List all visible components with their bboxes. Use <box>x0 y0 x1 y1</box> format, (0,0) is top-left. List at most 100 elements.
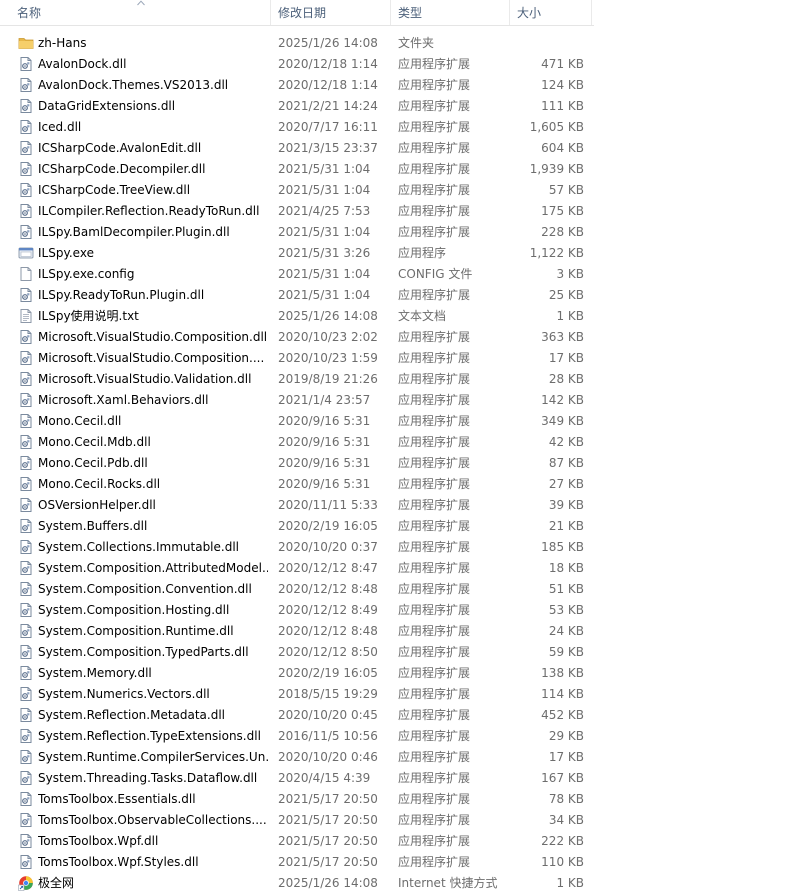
file-row[interactable]: Microsoft.VisualStudio.Validation.dll 201… <box>0 369 594 390</box>
file-size: 53 KB <box>548 603 584 617</box>
file-row[interactable]: AvalonDock.Themes.VS2013.dll 2020/12/18 1… <box>0 75 594 96</box>
file-row[interactable]: System.Memory.dll 2020/2/19 16:05 应用程序扩展 13… <box>0 663 594 684</box>
file-type: 应用程序扩展 <box>398 414 471 428</box>
file-row[interactable]: System.Composition.TypedParts.dll 2020/12… <box>0 642 594 663</box>
file-row[interactable]: Microsoft.Xaml.Behaviors.dll 2021/1/4 23:… <box>0 390 594 411</box>
file-modified-date: 2025/1/26 14:08 <box>278 36 378 50</box>
dll-file-icon <box>18 119 34 135</box>
file-row[interactable]: System.Reflection.Metadata.dll 2020/10/20… <box>0 705 594 726</box>
file-modified-date: 2021/5/31 1:04 <box>278 267 371 281</box>
file-size: 1,605 KB <box>529 120 584 134</box>
file-row[interactable]: AvalonDock.dll 2020/12/18 1:14 应用程序扩展 471 K… <box>0 54 594 75</box>
file-size: 17 KB <box>548 750 584 764</box>
file-row[interactable]: ILSpy.BamlDecompiler.Plugin.dll 2021/5/31… <box>0 222 594 243</box>
dll-file-icon <box>18 224 34 240</box>
file-row[interactable]: System.Composition.Runtime.dll 2020/12/12… <box>0 621 594 642</box>
column-header-date[interactable]: 修改日期 <box>272 0 391 25</box>
file-size: 1 KB <box>556 876 584 890</box>
file-row[interactable]: ILSpy.ReadyToRun.Plugin.dll 2021/5/31 1:0… <box>0 285 594 306</box>
file-type: 应用程序扩展 <box>398 813 471 827</box>
file-row[interactable]: System.Runtime.CompilerServices.Un... 202… <box>0 747 594 768</box>
file-row[interactable]: System.Composition.Hosting.dll 2020/12/12… <box>0 600 594 621</box>
dll-file-icon <box>18 854 34 870</box>
file-name: TomsToolbox.Wpf.Styles.dll <box>38 855 199 869</box>
file-type: 应用程序扩展 <box>398 372 471 386</box>
file-row[interactable]: System.Threading.Tasks.Dataflow.dll 2020/… <box>0 768 594 789</box>
file-row[interactable]: ILSpy.exe 2021/5/31 3:26 应用程序 1,122 KB <box>0 243 594 264</box>
file-row[interactable]: ILCompiler.Reflection.ReadyToRun.dll 2021… <box>0 201 594 222</box>
column-header-type[interactable]: 类型 <box>392 0 510 25</box>
file-name: ICSharpCode.Decompiler.dll <box>38 162 206 176</box>
file-row[interactable]: ICSharpCode.Decompiler.dll 2021/5/31 1:04… <box>0 159 594 180</box>
column-header-type-label: 类型 <box>398 6 423 20</box>
file-modified-date: 2021/5/17 20:50 <box>278 855 378 869</box>
file-row[interactable]: System.Reflection.TypeExtensions.dll 2016… <box>0 726 594 747</box>
file-type: 应用程序扩展 <box>398 561 471 575</box>
file-explorer-window: 名称 修改日期 类型 大小 zh-Hans 2025/1/26 14:08 文件夹 A… <box>0 0 804 894</box>
file-row[interactable]: System.Buffers.dll 2020/2/19 16:05 应用程序扩展 2… <box>0 516 594 537</box>
file-modified-date: 2020/12/12 8:48 <box>278 624 378 638</box>
dll-file-icon <box>18 140 34 156</box>
file-row[interactable]: ICSharpCode.TreeView.dll 2021/5/31 1:04 应用… <box>0 180 594 201</box>
file-row[interactable]: TomsToolbox.Wpf.Styles.dll 2021/5/17 20:5… <box>0 852 594 873</box>
file-modified-date: 2025/1/26 14:08 <box>278 876 378 890</box>
file-row[interactable]: System.Numerics.Vectors.dll 2018/5/15 19:… <box>0 684 594 705</box>
file-modified-date: 2018/5/15 19:29 <box>278 687 378 701</box>
file-row[interactable]: Mono.Cecil.Pdb.dll 2020/9/16 5:31 应用程序扩展 87… <box>0 453 594 474</box>
file-name: System.Reflection.TypeExtensions.dll <box>38 729 261 743</box>
file-size: 363 KB <box>541 330 584 344</box>
file-type: CONFIG 文件 <box>398 267 473 281</box>
browser-shortcut-icon <box>18 875 34 891</box>
column-header-size[interactable]: 大小 <box>511 0 592 25</box>
file-row[interactable]: Iced.dll 2020/7/17 16:11 应用程序扩展 1,605 KB <box>0 117 594 138</box>
file-name: ILSpy.exe <box>38 246 94 260</box>
file-size: 349 KB <box>541 414 584 428</box>
file-row[interactable]: System.Composition.Convention.dll 2020/12… <box>0 579 594 600</box>
file-row[interactable]: Microsoft.VisualStudio.Composition.... 20… <box>0 348 594 369</box>
file-name: ILSpy.ReadyToRun.Plugin.dll <box>38 288 205 302</box>
file-size: 39 KB <box>548 498 584 512</box>
dll-file-icon <box>18 476 34 492</box>
file-row[interactable]: System.Collections.Immutable.dll 2020/10/… <box>0 537 594 558</box>
file-row[interactable]: Mono.Cecil.Rocks.dll 2020/9/16 5:31 应用程序扩展… <box>0 474 594 495</box>
file-row[interactable]: Mono.Cecil.Mdb.dll 2020/9/16 5:31 应用程序扩展 42… <box>0 432 594 453</box>
file-size: 167 KB <box>541 771 584 785</box>
file-row[interactable]: ILSpy使用说明.txt 2025/1/26 14:08 文本文档 1 KB <box>0 306 594 327</box>
file-size: 78 KB <box>548 792 584 806</box>
file-name: Microsoft.VisualStudio.Validation.dll <box>38 372 252 386</box>
file-type: 应用程序扩展 <box>398 687 471 701</box>
file-row[interactable]: DataGridExtensions.dll 2021/2/21 14:24 应用程… <box>0 96 594 117</box>
file-modified-date: 2020/2/19 16:05 <box>278 519 378 533</box>
dll-file-icon <box>18 602 34 618</box>
file-name: System.Buffers.dll <box>38 519 148 533</box>
file-row[interactable]: Mono.Cecil.dll 2020/9/16 5:31 应用程序扩展 349 KB <box>0 411 594 432</box>
file-name: TomsToolbox.Wpf.dll <box>38 834 159 848</box>
file-row[interactable]: TomsToolbox.ObservableCollections.... 202… <box>0 810 594 831</box>
file-row[interactable]: ILSpy.exe.config 2021/5/31 1:04 CONFIG 文件 3… <box>0 264 594 285</box>
file-row[interactable]: TomsToolbox.Essentials.dll 2021/5/17 20:5… <box>0 789 594 810</box>
file-modified-date: 2020/12/12 8:50 <box>278 645 378 659</box>
file-size: 228 KB <box>541 225 584 239</box>
file-name: ICSharpCode.AvalonEdit.dll <box>38 141 202 155</box>
dll-file-icon <box>18 413 34 429</box>
file-size: 175 KB <box>541 204 584 218</box>
file-modified-date: 2025/1/26 14:08 <box>278 309 378 323</box>
file-name: TomsToolbox.Essentials.dll <box>38 792 196 806</box>
file-row[interactable]: OSVersionHelper.dll 2020/11/11 5:33 应用程序扩展… <box>0 495 594 516</box>
file-row[interactable]: 极全网 2025/1/26 14:08 Internet 快捷方式 1 KB <box>0 873 594 894</box>
dll-file-icon <box>18 161 34 177</box>
file-row[interactable]: TomsToolbox.Wpf.dll 2021/5/17 20:50 应用程序扩展… <box>0 831 594 852</box>
file-row[interactable]: ICSharpCode.AvalonEdit.dll 2021/3/15 23:3… <box>0 138 594 159</box>
file-size: 28 KB <box>548 372 584 386</box>
file-row[interactable]: System.Composition.AttributedModel... 202… <box>0 558 594 579</box>
file-row[interactable]: zh-Hans 2025/1/26 14:08 文件夹 <box>0 33 594 54</box>
file-size: 471 KB <box>541 57 584 71</box>
file-size: 452 KB <box>541 708 584 722</box>
file-size: 138 KB <box>541 666 584 680</box>
file-modified-date: 2020/12/12 8:47 <box>278 561 378 575</box>
file-row[interactable]: Microsoft.VisualStudio.Composition.dll 20… <box>0 327 594 348</box>
dll-file-icon <box>18 539 34 555</box>
file-name: Microsoft.Xaml.Behaviors.dll <box>38 393 209 407</box>
file-modified-date: 2020/2/19 16:05 <box>278 666 378 680</box>
file-name: ILSpy使用说明.txt <box>38 309 139 323</box>
